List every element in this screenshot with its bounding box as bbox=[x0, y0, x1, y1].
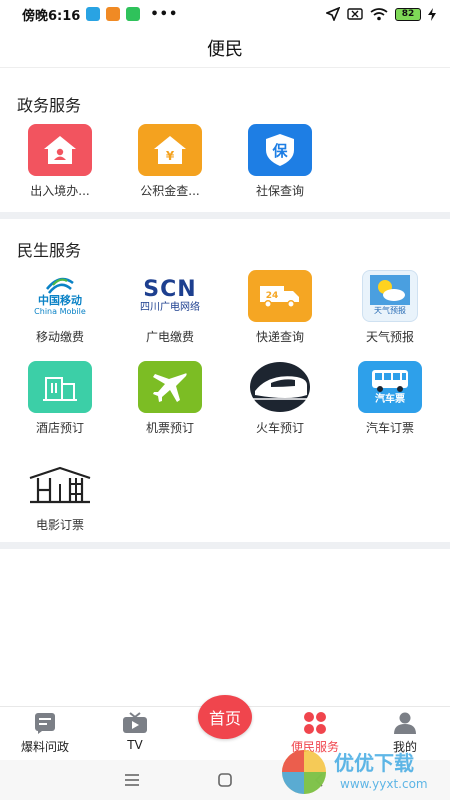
house-person-icon bbox=[28, 124, 92, 176]
scn-logo: SCN 四川广电网络 bbox=[135, 270, 205, 322]
tile-label: 出入境办... bbox=[30, 184, 90, 198]
clover-icon bbox=[302, 712, 328, 734]
section-separator bbox=[0, 542, 450, 549]
home-square-icon[interactable] bbox=[218, 773, 232, 787]
svg-text:www.yyxt.com: www.yyxt.com bbox=[340, 777, 428, 791]
tile-train[interactable]: 火车预订 bbox=[235, 361, 325, 436]
hotel-building-icon bbox=[28, 361, 92, 413]
tile-exit-entry[interactable]: 出入境办... bbox=[15, 124, 105, 199]
battery-indicator: 82 bbox=[395, 7, 421, 21]
report-icon bbox=[32, 712, 58, 734]
wechat-notification-icon bbox=[126, 7, 141, 21]
app-notification-icon bbox=[106, 7, 121, 21]
tile-cable-payment[interactable]: SCN 四川广电网络 广电缴费 bbox=[125, 270, 215, 345]
user-icon bbox=[392, 712, 418, 734]
china-mobile-logo: 中国移动 China Mobile bbox=[25, 270, 95, 322]
tile-flight[interactable]: 机票预订 bbox=[125, 361, 215, 436]
tile-mobile-payment[interactable]: 中国移动 China Mobile 移动缴费 bbox=[15, 270, 105, 345]
tab-report[interactable]: 爆料问政 bbox=[5, 707, 85, 759]
watermark-logo: 优优下载 www.yyxt.com bbox=[282, 750, 428, 794]
tab-tv[interactable]: TV bbox=[95, 707, 175, 759]
header-bar: 便民 bbox=[0, 28, 450, 68]
express-24-badge: 24 bbox=[266, 291, 279, 301]
tile-label: 广电缴费 bbox=[145, 330, 194, 344]
china-mobile-logo-cn: 中国移动 bbox=[38, 294, 82, 307]
weather-icon: 天气预报 bbox=[362, 270, 418, 322]
delivery-truck-icon: 24 bbox=[248, 270, 312, 322]
svg-text:保: 保 bbox=[271, 142, 288, 160]
tile-label: 公积金查... bbox=[140, 184, 200, 198]
tile-label: 火车预订 bbox=[255, 421, 304, 435]
svg-text:¥: ¥ bbox=[166, 149, 175, 163]
airplane-icon bbox=[138, 361, 202, 413]
scn-logo-cn: 四川广电网络 bbox=[140, 302, 200, 313]
more-notifications-icon: ••• bbox=[150, 6, 179, 22]
home-button[interactable]: 首页 bbox=[198, 695, 252, 739]
tile-bus[interactable]: 汽车票 汽车订票 bbox=[345, 361, 435, 436]
gov-section-title: 政务服务 bbox=[17, 96, 82, 115]
weather-badge: 天气预报 bbox=[374, 306, 406, 315]
svg-text:优优下载: 优优下载 bbox=[334, 751, 414, 775]
tile-express-query[interactable]: 24 快递查询 bbox=[235, 270, 325, 345]
tab-label: 爆料问政 bbox=[20, 740, 69, 754]
tile-weather[interactable]: 天气预报 天气预报 bbox=[345, 270, 435, 345]
charging-bolt-icon bbox=[428, 7, 436, 21]
tile-label: 社保查询 bbox=[255, 184, 304, 198]
tile-social-security[interactable]: 保 社保查询 bbox=[235, 124, 325, 199]
tile-label: 移动缴费 bbox=[35, 330, 84, 344]
tile-housing-fund[interactable]: ¥ 公积金查... bbox=[125, 124, 215, 199]
paper-plane-notification-icon bbox=[86, 7, 101, 21]
house-yuan-icon: ¥ bbox=[138, 124, 202, 176]
tile-label: 酒店预订 bbox=[35, 421, 84, 435]
tile-label: 汽车订票 bbox=[365, 421, 414, 435]
location-arrow-icon bbox=[326, 7, 340, 21]
wifi-icon bbox=[370, 7, 388, 20]
tile-label: 电影订票 bbox=[35, 518, 84, 532]
section-separator bbox=[0, 212, 450, 219]
life-section-title: 民生服务 bbox=[17, 241, 82, 260]
train-icon bbox=[248, 361, 312, 413]
menu-icon[interactable] bbox=[124, 774, 140, 786]
status-time: 傍晚6:16 bbox=[22, 8, 81, 24]
china-mobile-logo-en: China Mobile bbox=[34, 307, 86, 316]
cinema-icon bbox=[28, 458, 92, 510]
tile-cinema[interactable]: 电影订票 bbox=[15, 458, 105, 533]
tv-icon bbox=[122, 712, 148, 734]
tile-label: 机票预订 bbox=[145, 421, 194, 435]
tab-label: TV bbox=[127, 738, 143, 752]
tile-label: 天气预报 bbox=[365, 330, 414, 344]
shield-bao-icon: 保 bbox=[248, 124, 312, 176]
bus-ticket-badge: 汽车票 bbox=[375, 394, 405, 405]
tile-hotel[interactable]: 酒店预订 bbox=[15, 361, 105, 436]
page-title: 便民 bbox=[207, 38, 243, 60]
sim-off-icon bbox=[347, 8, 363, 20]
scn-logo-mark: SCN bbox=[143, 277, 197, 302]
status-bar: 傍晚6:16 ••• 82 bbox=[0, 0, 450, 28]
tile-label: 快递查询 bbox=[255, 330, 304, 344]
bus-icon: 汽车票 bbox=[358, 361, 422, 413]
